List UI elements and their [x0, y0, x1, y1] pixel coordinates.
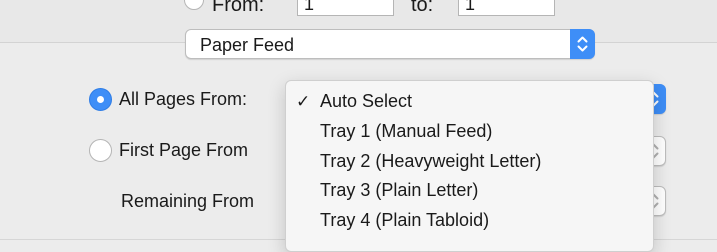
all-pages-radio[interactable] — [89, 88, 112, 111]
first-page-radio[interactable] — [89, 139, 112, 162]
tray-dropdown-menu: ✓ Auto Select Tray 1 (Manual Feed) Tray … — [285, 80, 654, 252]
menu-item-tray-1[interactable]: Tray 1 (Manual Feed) — [286, 118, 653, 145]
from-page-field[interactable]: 1 — [297, 0, 394, 16]
menu-item-label: Tray 2 (Heavyweight Letter) — [320, 151, 542, 171]
menu-item-tray-2[interactable]: Tray 2 (Heavyweight Letter) — [286, 148, 653, 175]
first-page-label: First Page From — [119, 140, 249, 160]
chevron-up-down-icon — [577, 36, 588, 52]
all-pages-label: All Pages From: — [119, 89, 248, 109]
remaining-label: Remaining From — [121, 191, 255, 211]
menu-item-auto-select[interactable]: ✓ Auto Select — [286, 88, 653, 115]
page-range-radio[interactable] — [184, 0, 204, 10]
menu-item-label: Tray 4 (Plain Tabloid) — [320, 210, 490, 230]
to-page-field[interactable]: 1 — [458, 0, 555, 16]
menu-item-label: Tray 1 (Manual Feed) — [320, 121, 493, 141]
from-label: From: — [212, 0, 265, 16]
to-label: to: — [411, 0, 434, 16]
menu-item-label: Tray 3 (Plain Letter) — [320, 180, 479, 200]
menu-item-tray-4[interactable]: Tray 4 (Plain Tabloid) — [286, 207, 653, 234]
section-popup[interactable]: Paper Feed — [185, 29, 595, 59]
menu-item-label: Auto Select — [320, 91, 413, 111]
section-popup-label: Paper Feed — [200, 35, 295, 55]
menu-item-tray-3[interactable]: Tray 3 (Plain Letter) — [286, 177, 653, 204]
section-popup-stepper[interactable] — [570, 29, 595, 59]
checkmark-icon: ✓ — [296, 92, 311, 111]
